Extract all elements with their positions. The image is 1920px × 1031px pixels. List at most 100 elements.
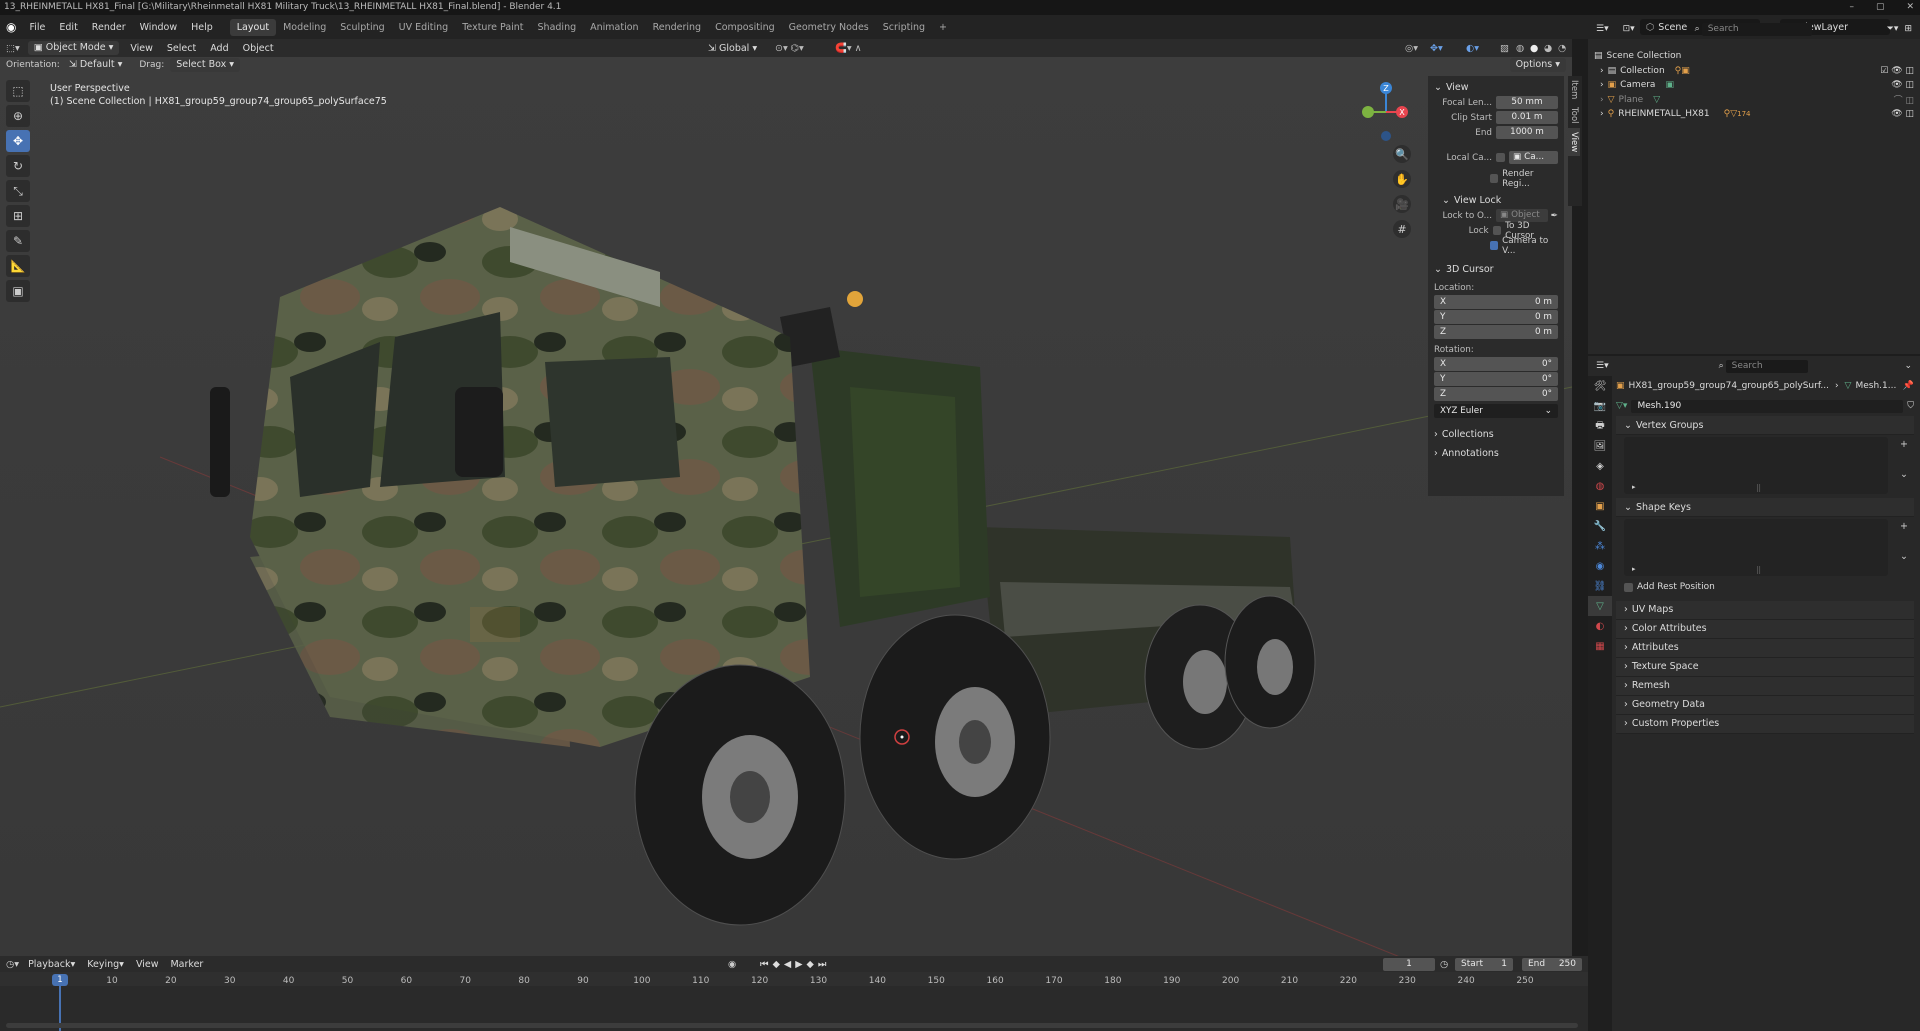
view-layer-tab-icon[interactable]: 🖼 (1588, 436, 1612, 456)
pin-icon[interactable]: 📌 (1903, 381, 1914, 391)
menu-timeline-view[interactable]: View (133, 959, 162, 970)
tab-tool[interactable]: Tool (1568, 103, 1580, 128)
jump-start-icon[interactable]: ⏮ (760, 959, 773, 970)
custom-properties-panel-header[interactable]: › Custom Properties (1616, 714, 1914, 734)
outliner-editor-icon[interactable]: ☰▾ (1596, 24, 1609, 34)
add-rest-position-row[interactable]: Add Rest Position (1616, 580, 1914, 595)
preview-range-icon[interactable]: ◷ (1440, 959, 1448, 970)
shape-key-menu-icon[interactable]: ⌄ (1900, 551, 1908, 562)
list-resize-handle-icon[interactable]: ⣿ (1756, 566, 1761, 574)
render-region-row[interactable]: Render Regi... (1434, 169, 1558, 189)
visibility-eye-icon[interactable]: 👁 ◫ (1891, 109, 1914, 119)
render-region-checkbox[interactable] (1490, 174, 1499, 183)
shading-wire-icon[interactable]: ◍ (1516, 43, 1524, 54)
menu-object[interactable]: Object (240, 43, 277, 54)
material-tab-icon[interactable]: ◐ (1588, 616, 1612, 636)
annotations-header[interactable]: › Annotations (1434, 445, 1558, 461)
outliner-item-hx81[interactable]: › ⚲ RHEINMETALL_HX81 ⚲▽ 174 👁 ◫ (1594, 107, 1914, 122)
play-icon[interactable]: ▶ (795, 959, 806, 970)
location-z-field[interactable]: Z0 m (1434, 325, 1558, 339)
rotation-z-field[interactable]: Z 0° (1434, 387, 1558, 401)
menu-keying[interactable]: Keying▾ (84, 959, 127, 970)
constraints-tab-icon[interactable]: ⛓ (1588, 576, 1612, 596)
annotate-tool-icon[interactable]: ✎ (6, 230, 30, 252)
menu-window[interactable]: Window (133, 22, 184, 33)
snap-icon[interactable]: 🧲▾ ∧ (835, 43, 862, 54)
close-icon[interactable]: ✕ (1906, 0, 1914, 15)
visibility-eye-icon[interactable]: ☑ 👁 ◫ (1880, 66, 1914, 76)
minimize-icon[interactable]: – (1849, 0, 1854, 15)
mesh-data-tab-icon[interactable]: ▽ (1588, 596, 1612, 616)
tab-compositing[interactable]: Compositing (708, 19, 782, 36)
geometry-data-panel-header[interactable]: › Geometry Data (1616, 695, 1914, 715)
texture-tab-icon[interactable]: ▦ (1588, 636, 1612, 656)
orientation-selector[interactable]: ⇲ Default ▾ (66, 59, 126, 70)
3d-viewport[interactable] (0, 57, 1572, 957)
add-workspace-icon[interactable]: + (932, 19, 954, 36)
rotation-mode-select[interactable]: XYZ Euler ⌄ (1434, 404, 1558, 418)
shading-material-icon[interactable]: ◕ (1544, 43, 1552, 54)
shape-keys-list[interactable]: ▸ ⣿ + ⌄ (1624, 519, 1908, 576)
location-x-field[interactable]: X0 m (1434, 295, 1558, 309)
maximize-icon[interactable]: ▢ (1876, 0, 1885, 15)
physics-tab-icon[interactable]: ◉ (1588, 556, 1612, 576)
play-reverse-icon[interactable]: ◀ (784, 959, 795, 970)
clip-start-field[interactable]: 0.01 m (1496, 111, 1558, 124)
local-camera-checkbox[interactable] (1496, 153, 1505, 162)
jump-end-icon[interactable]: ⏭ (818, 959, 831, 970)
local-camera-field[interactable]: ▣ Ca... (1509, 151, 1558, 164)
menu-select[interactable]: Select (164, 43, 199, 54)
modifier-tab-icon[interactable]: 🔧 (1588, 516, 1612, 536)
filter-icon[interactable]: ⏷▾ (1887, 24, 1899, 34)
rotation-y-field[interactable]: Y 0° (1434, 372, 1558, 386)
add-cube-tool-icon[interactable]: ▣ (6, 280, 30, 302)
next-key-icon[interactable]: ◆ (807, 959, 818, 970)
to-cursor-checkbox[interactable] (1492, 226, 1502, 235)
outliner-search-input[interactable]: Search (1701, 22, 1812, 36)
particles-tab-icon[interactable]: ⁂ (1588, 536, 1612, 556)
transform-orientation[interactable]: ⇲ Global ▾ (705, 43, 760, 54)
tab-animation[interactable]: Animation (583, 19, 645, 36)
view-lock-header[interactable]: ⌄ View Lock (1434, 192, 1558, 208)
menu-view[interactable]: View (127, 43, 156, 54)
list-expand-icon[interactable]: ▸ (1632, 483, 1636, 491)
tab-view[interactable]: View (1568, 127, 1580, 157)
shading-rendered-icon[interactable]: ◔ (1558, 43, 1566, 54)
list-resize-handle-icon[interactable]: ⣿ (1756, 484, 1761, 492)
scene-tab-icon[interactable]: ◈ (1588, 456, 1612, 476)
ortho-grid-icon[interactable]: # (1393, 220, 1411, 238)
options-button[interactable]: Options ▾ (1509, 57, 1566, 72)
camera-to-view-checkbox[interactable] (1490, 241, 1499, 250)
render-tab-icon[interactable]: 📷 (1588, 396, 1612, 416)
select-box-tool-icon[interactable]: ⬚ (6, 80, 30, 102)
mode-selector[interactable]: ▣ Object Mode ▾ (27, 41, 120, 55)
texture-space-panel-header[interactable]: › Texture Space (1616, 657, 1914, 677)
tab-texture-paint[interactable]: Texture Paint (455, 19, 530, 36)
outliner-item-plane[interactable]: › ▽ Plane ▽ ⌒ ◫ (1594, 93, 1914, 108)
camera-view-icon[interactable]: 🎥 (1393, 195, 1411, 213)
visibility-icon[interactable]: ◎▾ (1405, 43, 1418, 54)
color-attributes-panel-header[interactable]: › Color Attributes (1616, 619, 1914, 639)
tab-rendering[interactable]: Rendering (646, 19, 709, 36)
playhead[interactable]: 1 (52, 974, 68, 986)
transform-tool-icon[interactable]: ⊞ (6, 205, 30, 227)
menu-playback[interactable]: Playback▾ (25, 959, 78, 970)
outliner-item-camera[interactable]: › ▣ Camera ▣ 👁 ◫ (1594, 78, 1914, 93)
menu-marker[interactable]: Marker (167, 959, 206, 970)
xray-icon[interactable]: ▨ (1500, 43, 1509, 54)
timeline-editor-icon[interactable]: ◷▾ (6, 959, 19, 970)
prev-key-icon[interactable]: ◆ (773, 959, 784, 970)
menu-edit[interactable]: Edit (52, 22, 84, 33)
properties-editor-icon[interactable]: ☰▾ (1596, 361, 1609, 371)
add-shape-key-icon[interactable]: + (1900, 521, 1908, 532)
object-tab-icon[interactable]: ▣ (1588, 496, 1612, 516)
menu-add[interactable]: Add (207, 43, 231, 54)
world-tab-icon[interactable]: ◍ (1588, 476, 1612, 496)
3d-cursor-header[interactable]: ⌄ 3D Cursor (1434, 261, 1558, 277)
focal-length-field[interactable]: 50 mm (1496, 96, 1558, 109)
menu-file[interactable]: File (22, 22, 52, 33)
eyedropper-icon[interactable]: ✒ (1551, 211, 1558, 221)
navigation-gizmo[interactable]: Z X (1350, 80, 1410, 144)
move-tool-icon[interactable]: ✥ (6, 130, 30, 152)
outliner-scene-collection[interactable]: ▤ Scene Collection (1594, 49, 1914, 64)
